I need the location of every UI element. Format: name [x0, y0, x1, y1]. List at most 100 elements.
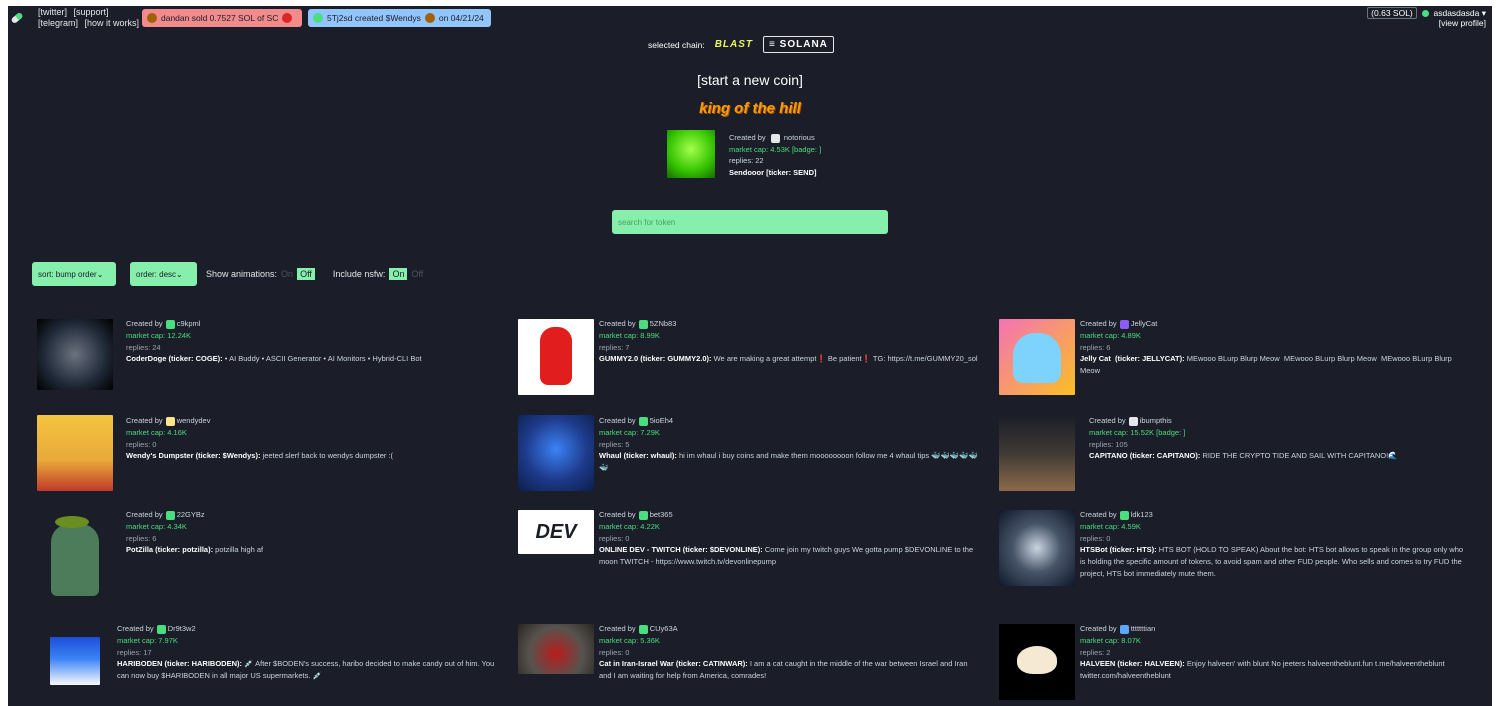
coin-image-devonline[interactable]: DEV [518, 510, 594, 554]
coin-card[interactable]: Created by bet365 market cap: 4.22K repli… [599, 509, 981, 568]
coin-card[interactable]: Created by wendydev market cap: 4.16K rep… [126, 415, 486, 462]
replies-count: replies: 0 [126, 439, 157, 449]
coin-card[interactable]: Created by 22GYBz market cap: 4.34K repli… [126, 509, 486, 556]
coin-image-potzilla[interactable] [37, 510, 113, 600]
wallet-box[interactable]: (0.63 SOL) asdasdasda ▾ [view profile] [1367, 7, 1486, 28]
coin-card[interactable]: Created by Dr9t3w2 market cap: 7.97K repl… [117, 623, 502, 682]
creator-name[interactable]: Dr9t3w2 [168, 624, 196, 633]
user-avatar-icon [1119, 510, 1129, 520]
coin-card[interactable]: Created by JellyCat market cap: 4.89K rep… [1080, 318, 1465, 377]
coin-image-halveen[interactable] [999, 624, 1075, 700]
trade-ticker[interactable]: dandan sold 0.7527 SOL of SC [142, 9, 302, 27]
user-avatar-icon [165, 319, 175, 329]
creator-name[interactable]: CUy63A [650, 624, 678, 633]
coin-card[interactable]: Created by ibumpthis market cap: 15.52K [… [1089, 415, 1465, 462]
order-dropdown[interactable]: order: desc ⌄ [130, 262, 197, 286]
user-avatar-icon [156, 624, 166, 634]
coin-card[interactable]: Created by 5ZNb83 market cap: 8.99K repli… [599, 318, 981, 365]
trade-ticker-text: dandan sold 0.7527 SOL of SC [161, 13, 279, 23]
coin-name: Jelly Cat 󠀠󠀠 (ticker: JELLYCAT): [1080, 354, 1185, 364]
coin-image-capitano[interactable] [999, 415, 1075, 491]
creator-name[interactable]: c9kpml [177, 319, 201, 328]
coin-card[interactable]: Created by CUy63A market cap: 5.36K repli… [599, 623, 981, 682]
telegram-link[interactable]: [telegram] [38, 18, 78, 28]
replies-count: replies: 0 [599, 647, 630, 657]
coin-image-whaul[interactable] [518, 415, 594, 491]
created-by-label: Created by [599, 624, 636, 633]
user-avatar-icon [638, 416, 648, 426]
coin-avatar-icon [424, 13, 435, 23]
coin-name: CoderDoge (ticker: COGE): [126, 354, 223, 364]
market-cap: market cap: 8.07K [1080, 635, 1141, 645]
user-avatar-icon [638, 319, 648, 329]
how-it-works-link[interactable]: [how it works] [85, 18, 140, 28]
king-of-hill-coin-image[interactable] [667, 130, 715, 178]
market-cap: market cap: 7.29K [599, 427, 660, 437]
nsfw-off-option[interactable]: Off [411, 269, 423, 279]
creator-name[interactable]: JellyCat [1131, 319, 1158, 328]
created-by-label: Created by [1089, 416, 1126, 425]
market-cap: market cap: 4.59K [1080, 521, 1141, 531]
username: asdasdasda [1433, 8, 1480, 18]
coin-image-hariboden[interactable] [50, 637, 100, 685]
coin-image-htsbot[interactable] [999, 510, 1075, 586]
coin-name: Cat in Iran-Israel War (ticker: CATINWAR… [599, 659, 748, 669]
creator-name[interactable]: ibumpthis [1140, 416, 1172, 425]
create-ticker[interactable]: 5Tj2sd created $Wendys on 04/21/24 [308, 9, 491, 27]
search-input[interactable] [612, 210, 888, 234]
creator-name[interactable]: notorious [784, 133, 815, 142]
created-by-label: Created by [729, 133, 766, 142]
view-profile-link[interactable]: [view profile] [1367, 18, 1486, 28]
start-new-coin-link[interactable]: [start a new coin] [8, 72, 1492, 88]
solana-chain-button[interactable]: ≡ SOLANA [763, 36, 834, 53]
chevron-down-icon[interactable]: ▾ [1482, 8, 1486, 18]
replies-count: replies: 6 [1080, 342, 1111, 352]
coin-image-jellycat[interactable] [999, 319, 1075, 395]
coin-image-gummy[interactable] [518, 319, 594, 395]
king-of-hill-info[interactable]: Created by notorious market cap: 4.53K [… [729, 132, 821, 178]
created-by-label: Created by [599, 510, 636, 519]
blast-chain-button[interactable]: BLAST [715, 39, 753, 50]
coin-card[interactable]: Created by 5ioEh4 market cap: 7.29K repli… [599, 415, 981, 474]
king-of-the-hill-title: king of the hill [699, 100, 801, 117]
creator-name[interactable]: tttttttian [1131, 624, 1156, 633]
created-by-label: Created by [117, 624, 154, 633]
twitter-link[interactable]: [twitter] [38, 7, 67, 17]
pill-logo-icon[interactable] [10, 11, 24, 25]
nsfw-on-option[interactable]: On [389, 268, 408, 280]
market-cap: market cap: 4.16K [126, 427, 187, 437]
animations-on-option[interactable]: On [281, 269, 293, 279]
nsfw-label: Include nsfw: [332, 269, 386, 279]
coin-description: potzilla high af [213, 545, 264, 555]
sort-dropdown[interactable]: sort: bump order ⌄ [32, 262, 116, 286]
coin-card[interactable]: Created by ldk123 market cap: 4.59K repli… [1080, 509, 1465, 580]
coin-card[interactable]: Created by tttttttian market cap: 8.07K r… [1080, 623, 1465, 682]
coin-name: HARIBODEN (ticker: HARIBODEN): [117, 659, 243, 669]
creator-name[interactable]: 5ioEh4 [650, 416, 673, 425]
support-link[interactable]: [support] [74, 7, 109, 17]
coin-description: We are making a great attempt❗ Be patien… [711, 354, 978, 364]
replies-count: replies: 5 [599, 439, 630, 449]
creator-name[interactable]: ldk123 [1131, 510, 1153, 519]
creator-name[interactable]: 22GYBz [177, 510, 205, 519]
user-avatar-icon [165, 510, 175, 520]
creator-name[interactable]: wendydev [177, 416, 211, 425]
coin-card[interactable]: Created by c9kpml market cap: 12.24K repl… [126, 318, 486, 365]
coin-image-wendys[interactable] [37, 415, 113, 491]
solana-icon: ≡ [769, 39, 780, 50]
user-avatar-icon [1128, 416, 1138, 426]
coin-image-coderdoge[interactable] [37, 319, 113, 390]
top-links: [twitter] [support] [telegram] [how it w… [38, 7, 143, 29]
create-ticker-date: on 04/21/24 [438, 13, 484, 23]
market-cap: market cap: 4.22K [599, 521, 660, 531]
coin-image-catinwar[interactable] [518, 624, 594, 674]
animations-off-option[interactable]: Off [297, 268, 315, 280]
market-cap: market cap: 8.99K [599, 330, 660, 340]
coin-name: GUMMY2.0 (ticker: GUMMY2.0): [599, 354, 712, 364]
replies-count: replies: 0 [1080, 533, 1111, 543]
creator-name[interactable]: bet365 [650, 510, 673, 519]
coin-name: HTSBot (ticker: HTS): [1080, 545, 1157, 555]
chain-selector: selected chain: BLAST ≡ SOLANA [648, 36, 834, 53]
display-toggles: Show animations: On Off Include nsfw: On… [206, 268, 423, 280]
creator-name[interactable]: 5ZNb83 [650, 319, 677, 328]
